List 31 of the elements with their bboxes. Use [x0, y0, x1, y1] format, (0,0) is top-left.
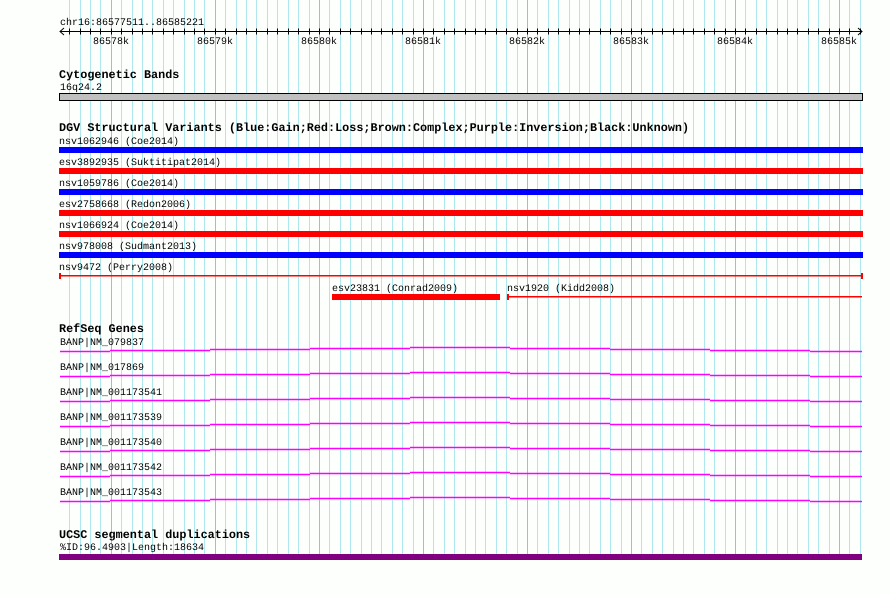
- track-title: Cytogenetic Bands: [59, 68, 180, 82]
- gene-label: BANP|NM_001173539: [60, 413, 162, 424]
- variant-label: esv2758668 (Redon2006): [59, 200, 192, 211]
- variant-label: nsv1059786 (Coe2014): [59, 179, 180, 190]
- gene-label: BANP|NM_001173541: [60, 388, 162, 399]
- band-label: 16q24.2: [60, 83, 102, 94]
- variant-label: esv23831 (Conrad2009): [332, 284, 458, 295]
- track-title: DGV Structural Variants (Blue:Gain;Red:Loss;Brown:Complex;Purple:Inversion;Black:Unknown): [59, 121, 690, 135]
- variant-label: nsv978008 (Sudmant2013): [59, 242, 198, 253]
- gene-label: BANP|NM_017869: [60, 363, 144, 374]
- region-label: chr16:86577511..86585221: [60, 18, 204, 29]
- tick-label: 86581k: [405, 37, 441, 48]
- variant-label: nsv1920 (Kidd2008): [507, 284, 616, 295]
- tick-label: 86583k: [613, 37, 649, 48]
- gene-label: BANP|NM_001173540: [60, 438, 162, 449]
- gene-label: BANP|NM_001173542: [60, 463, 162, 474]
- gene-label: BANP|NM_001173543: [60, 488, 162, 499]
- tick-label: 86580k: [301, 37, 337, 48]
- track-title: UCSC segmental duplications: [59, 528, 250, 542]
- variant-label: nsv1062946 (Coe2014): [59, 137, 180, 148]
- tick-label: 86584k: [717, 37, 753, 48]
- variant-label: nsv9472 (Perry2008): [59, 263, 174, 274]
- tick-label: 86578k: [93, 37, 129, 48]
- variant-label: esv3892935 (Suktitipat2014): [59, 158, 222, 169]
- gene-label: BANP|NM_079837: [60, 338, 144, 349]
- variant-label: nsv1066924 (Coe2014): [59, 221, 180, 232]
- tick-label: 86585k: [821, 37, 857, 48]
- tick-label: 86582k: [509, 37, 545, 48]
- track-title: RefSeq Genes: [59, 322, 144, 336]
- tick-label: 86579k: [197, 37, 233, 48]
- duplication-label: %ID:96.4903|Length:18634: [60, 543, 204, 554]
